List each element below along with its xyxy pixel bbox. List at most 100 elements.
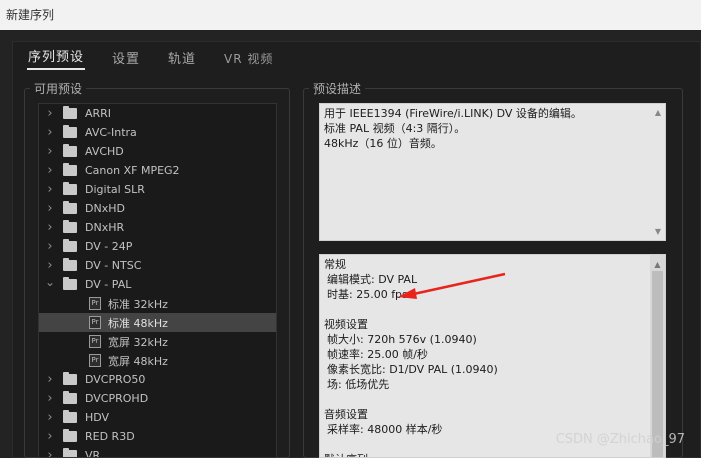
preset-description-title: 预设描述 [309,80,366,97]
preset-item[interactable]: Pr 宽屏 48kHz [39,351,276,370]
scroll-up-icon[interactable]: ▲ [655,105,661,120]
tab-tracks[interactable]: 轨道 [167,48,197,70]
preset-folder[interactable]: › DVCPRO50 [39,370,276,389]
chevron-right-icon[interactable]: › [39,144,61,159]
detail-line: 帧速率: 25.00 帧/秒 [327,348,428,361]
premiere-preset-icon: Pr [89,335,101,348]
preset-folder[interactable]: › Digital SLR [39,180,276,199]
description-line: 48kHz（16 位）音频。 [324,137,442,150]
chevron-right-icon[interactable]: › [39,448,61,457]
folder-icon [63,106,77,119]
detail-line: 场: 低场优先 [327,378,390,391]
chevron-right-icon[interactable]: › [39,239,61,254]
preset-label: DNxHR [85,221,125,234]
description-scrollbar[interactable]: ▲ ▼ [652,105,664,239]
window-title: 新建序列 [6,8,55,22]
preset-label: DVCPRO50 [85,373,146,386]
preset-label: DV - 24P [85,240,133,253]
folder-icon [63,391,77,404]
folder-icon [63,277,77,290]
preset-label: DV - PAL [85,278,132,291]
preset-folder[interactable]: › DV - 24P [39,237,276,256]
available-presets-title: 可用预设 [30,80,87,97]
chevron-right-icon[interactable]: › [39,163,61,178]
preset-folder[interactable]: › AVC-Intra [39,123,276,142]
preset-folder[interactable]: › DNxHR [39,218,276,237]
detail-line: 视频设置 [324,318,368,331]
folder-icon [63,410,77,423]
preset-label: 宽屏 48kHz [108,354,168,368]
folder-icon [63,448,77,457]
details-scrollbar[interactable]: ▲ [650,255,665,457]
folder-icon [63,144,77,157]
window-title-bar: 新建序列 [0,0,701,30]
preset-label: AVCHD [85,145,124,158]
preset-label: HDV [85,411,110,424]
folder-icon [63,201,77,214]
preset-folder[interactable]: › RED R3D [39,427,276,446]
folder-icon [63,125,77,138]
premiere-preset-icon: Pr [89,297,101,310]
detail-line [324,392,661,407]
chevron-right-icon[interactable]: › [39,258,61,273]
chevron-right-icon[interactable]: › [39,372,61,387]
scroll-down-icon[interactable]: ▼ [655,224,661,239]
preset-item[interactable]: Pr 宽屏 32kHz [39,332,276,351]
folder-icon [63,220,77,233]
folder-icon [63,163,77,176]
preset-label: DVCPROHD [85,392,149,405]
detail-line: 音频设置 [324,408,368,421]
tab-vr-video[interactable]: VR 视频 [223,50,274,70]
preset-item[interactable]: Pr 标准 32kHz [39,294,276,313]
detail-line [324,302,661,317]
preset-label: AVC-Intra [85,126,137,139]
preset-label: VR [85,449,101,458]
preset-item[interactable]: Pr 标准 48kHz [39,313,276,332]
preset-label: 标准 48kHz [108,316,168,330]
folder-icon [63,182,77,195]
scrollbar-thumb[interactable] [652,271,663,457]
detail-line: 默认序列 [324,452,661,457]
preset-folder[interactable]: ⌄ DV - PAL [39,275,276,294]
red-arrow-annotation [398,272,506,299]
detail-line: 像素长宽比: D1/DV PAL (1.0940) [327,363,498,376]
watermark: CSDN @Zhichao_97 [555,432,685,447]
preset-label: Canon XF MPEG2 [85,164,180,177]
chevron-down-icon[interactable]: ⌄ [39,275,61,289]
detail-line: 帧大小: 720h 576v (1.0940) [327,333,477,346]
preset-folder[interactable]: › AVCHD [39,142,276,161]
folder-icon [63,372,77,385]
preset-label: DNxHD [85,202,125,215]
preset-folder[interactable]: › DVCPROHD [39,389,276,408]
folder-icon [63,239,77,252]
preset-folder[interactable]: › ARRI [39,104,276,123]
preset-folder[interactable]: › VR [39,446,276,458]
preset-label: DV - NTSC [85,259,142,272]
folder-icon [63,429,77,442]
premiere-preset-icon: Pr [89,354,101,367]
chevron-right-icon[interactable]: › [39,220,61,235]
folder-icon [63,258,77,271]
preset-label: RED R3D [85,430,135,443]
scroll-up-icon[interactable]: ▲ [650,257,665,272]
tab-sequence-presets[interactable]: 序列预设 [27,46,86,70]
description-line: 用于 IEEE1394 (FireWire/i.LINK) DV 设备的编辑。 [324,107,582,120]
chevron-right-icon[interactable]: › [39,429,61,444]
preset-label: ARRI [85,107,112,120]
chevron-right-icon[interactable]: › [39,106,61,121]
description-line: 标准 PAL 视频（4:3 隔行）。 [324,122,466,135]
premiere-preset-icon: Pr [89,316,101,329]
chevron-right-icon[interactable]: › [39,410,61,425]
tab-settings[interactable]: 设置 [111,48,141,70]
preset-tree[interactable]: › ARRI › AVC-Intra › AVCHD › Canon XF MPEG2 › Dig… [38,103,277,458]
preset-folder[interactable]: › Canon XF MPEG2 [39,161,276,180]
chevron-right-icon[interactable]: › [39,201,61,216]
preset-folder[interactable]: › DV - NTSC [39,256,276,275]
preset-label: Digital SLR [85,183,145,196]
chevron-right-icon[interactable]: › [39,182,61,197]
chevron-right-icon[interactable]: › [39,125,61,140]
preset-description-box[interactable]: 用于 IEEE1394 (FireWire/i.LINK) DV 设备的编辑。 … [319,103,666,241]
chevron-right-icon[interactable]: › [39,391,61,406]
preset-folder[interactable]: › HDV [39,408,276,427]
preset-folder[interactable]: › DNxHD [39,199,276,218]
